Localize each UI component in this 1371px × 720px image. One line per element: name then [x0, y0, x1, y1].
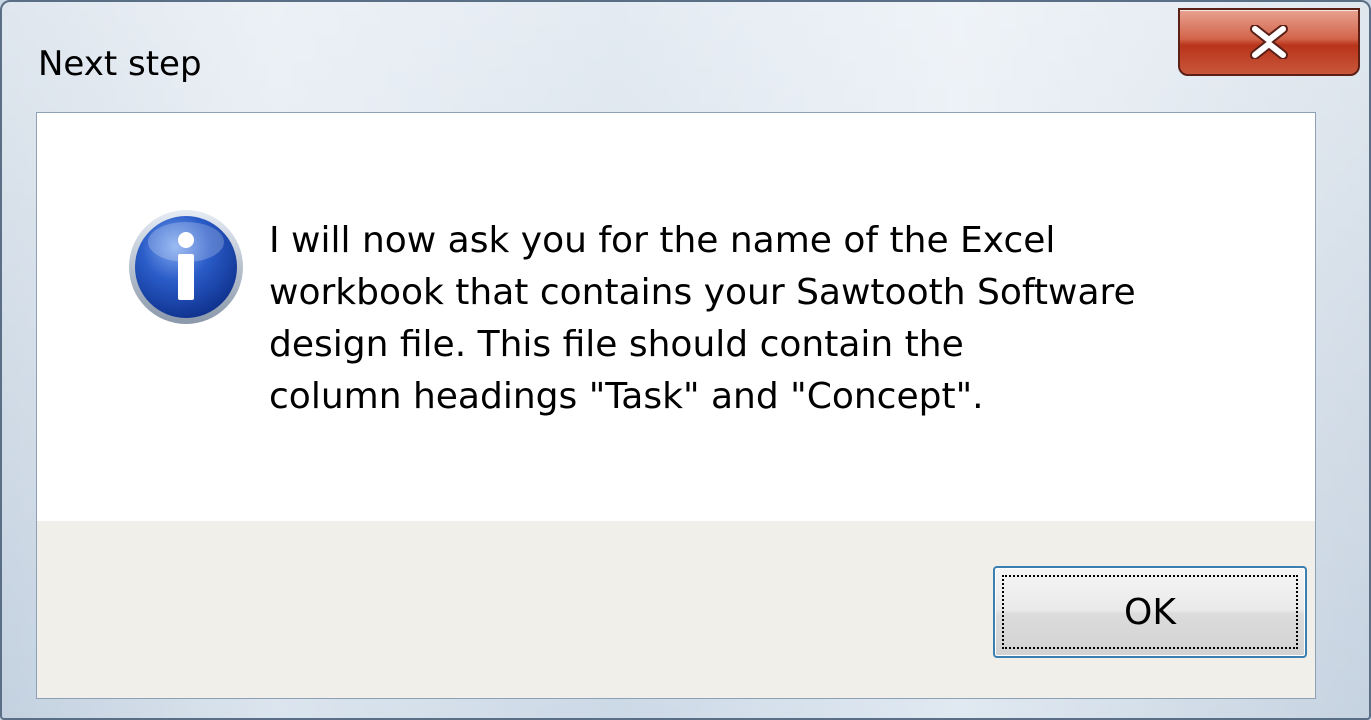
ok-button[interactable]: OK — [993, 566, 1307, 658]
info-icon — [129, 210, 243, 324]
ok-button-label: OK — [1002, 575, 1298, 649]
message-line: workbook that contains your Sawtooth Sof… — [269, 272, 1136, 313]
close-button[interactable] — [1178, 8, 1360, 76]
title-bar[interactable]: Next step — [2, 2, 1369, 112]
window-title: Next step — [38, 44, 202, 84]
button-bar: OK — [37, 521, 1315, 698]
message-area: I will now ask you for the name of the E… — [37, 113, 1315, 521]
message-line: column headings "Task" and "Concept". — [269, 376, 984, 417]
message-line: I will now ask you for the name of the E… — [269, 220, 1056, 261]
dialog-message: I will now ask you for the name of the E… — [269, 215, 1269, 423]
message-line: design file. This file should contain th… — [269, 324, 964, 365]
dialog-window: Next step I will now ask you for the nam… — [0, 0, 1371, 720]
close-x-icon — [1250, 25, 1288, 59]
dialog-client-area: I will now ask you for the name of the E… — [36, 112, 1316, 699]
